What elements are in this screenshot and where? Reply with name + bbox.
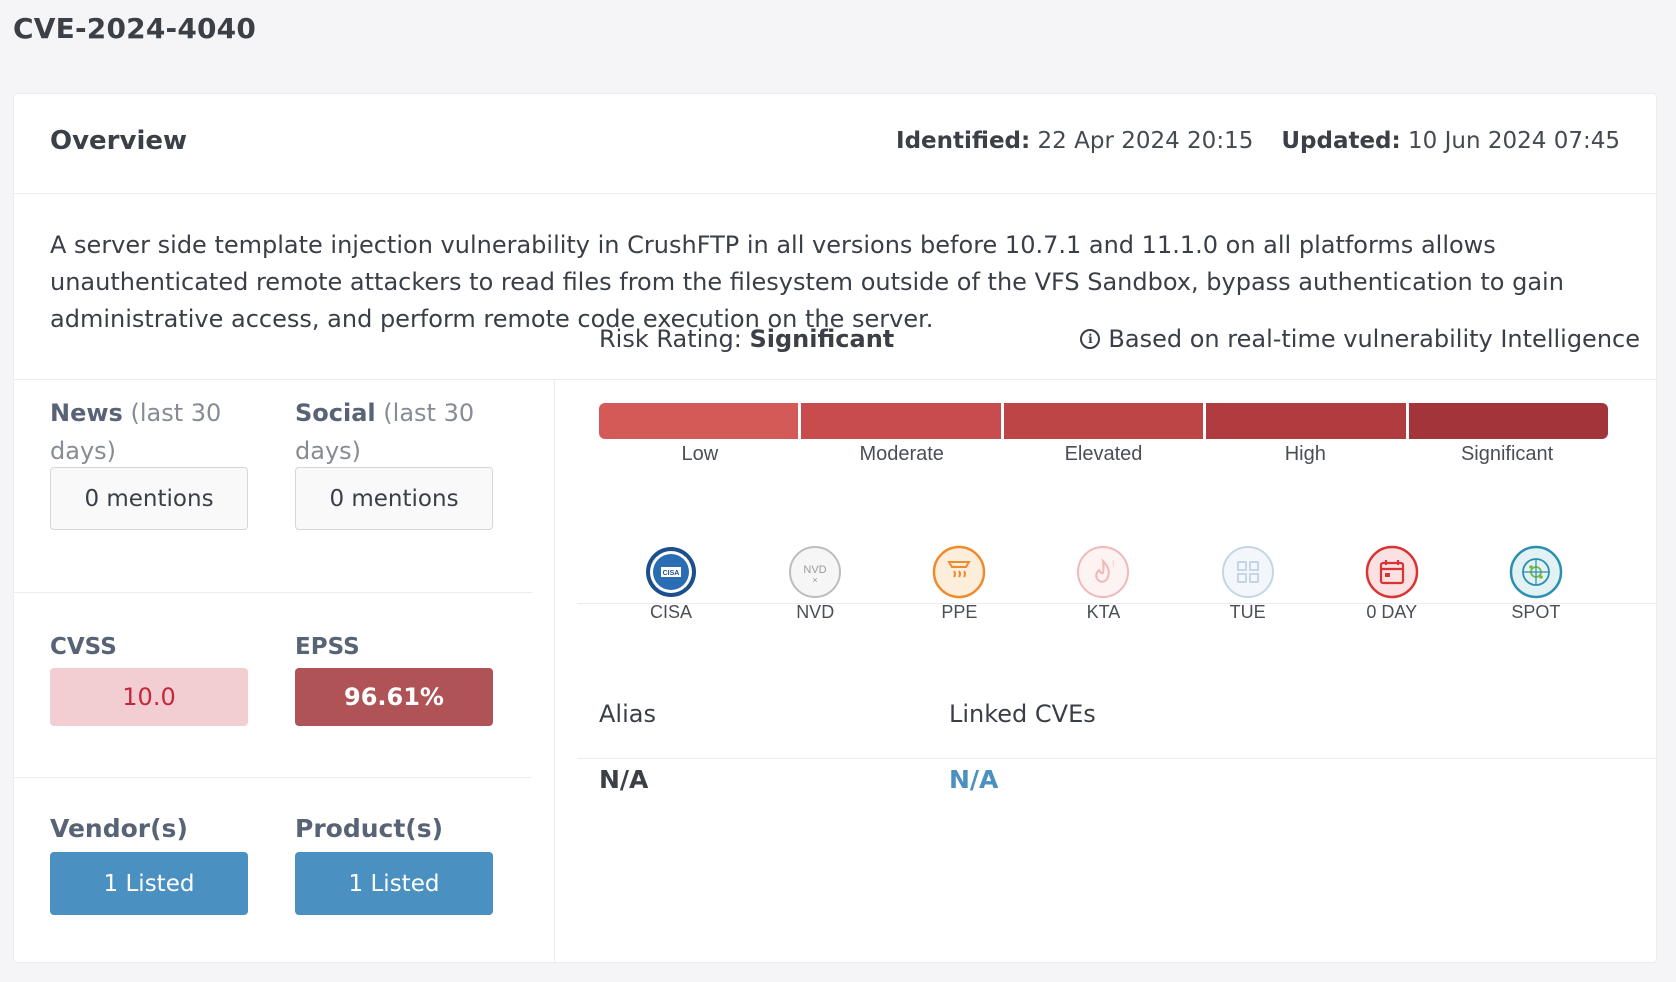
linked-cves-value[interactable]: N/A bbox=[949, 765, 998, 794]
news-label-text: News bbox=[50, 399, 123, 427]
linked-cves-label: Linked CVEs bbox=[949, 700, 1096, 728]
badge-spot[interactable]: SPOT bbox=[1476, 545, 1596, 623]
svg-text:!: ! bbox=[1112, 559, 1115, 569]
alias-value: N/A bbox=[599, 765, 649, 794]
cve-description: A server side template injection vulnera… bbox=[50, 231, 1564, 333]
kta-icon: ! bbox=[1076, 545, 1130, 599]
badge-label: 0 DAY bbox=[1366, 602, 1418, 622]
badge-ppe[interactable]: PPE bbox=[899, 545, 1019, 623]
identified-value: 22 Apr 2024 20:15 bbox=[1037, 128, 1254, 154]
risk-level-label: Low bbox=[681, 443, 719, 465]
badge-kta[interactable]: ! KTA bbox=[1043, 545, 1163, 623]
tue-icon bbox=[1221, 545, 1275, 599]
identified-label: Identified: bbox=[896, 128, 1031, 154]
epss-score: 96.61% bbox=[295, 668, 493, 726]
zero-day-calendar-icon bbox=[1365, 545, 1419, 599]
cvss-score: 10.0 bbox=[50, 668, 248, 726]
svg-text:CISA: CISA bbox=[663, 570, 680, 577]
risk-rating: Risk Rating: Significant bbox=[599, 325, 894, 353]
risk-segment-significant bbox=[1408, 403, 1608, 439]
products-listed-button[interactable]: 1 Listed bbox=[295, 852, 493, 915]
badge-label: KTA bbox=[1086, 602, 1121, 622]
svg-text:×: × bbox=[813, 575, 818, 585]
social-mentions-box[interactable]: 0 mentions bbox=[295, 467, 493, 530]
overview-card: Overview Identified: 22 Apr 2024 20:15 Up… bbox=[13, 93, 1658, 964]
badge-label: CISA bbox=[650, 602, 693, 622]
risk-scale-bar bbox=[599, 403, 1608, 439]
risk-segment-moderate bbox=[801, 403, 1001, 439]
badge-tue[interactable]: TUE bbox=[1188, 545, 1308, 623]
badge-label: TUE bbox=[1229, 602, 1266, 622]
ppe-icon bbox=[932, 545, 986, 599]
risk-level-label: Significant bbox=[1460, 443, 1554, 465]
nvd-icon: NVD × bbox=[788, 545, 842, 599]
divider bbox=[14, 592, 532, 593]
news-mentions-box[interactable]: 0 mentions bbox=[50, 467, 248, 530]
badge-0-day[interactable]: 0 DAY bbox=[1332, 545, 1452, 623]
risk-segment-low bbox=[599, 403, 799, 439]
cvss-label: CVSS bbox=[50, 634, 117, 660]
risk-segment-high bbox=[1206, 403, 1406, 439]
risk-scale-labels: Low Moderate Elevated High Significant bbox=[599, 443, 1608, 466]
dates: Identified: 22 Apr 2024 20:15 Updated: 10… bbox=[896, 128, 1620, 154]
updated-value: 10 Jun 2024 07:45 bbox=[1408, 128, 1620, 154]
risk-based-on-text: Based on real-time vulnerability Intelli… bbox=[1108, 325, 1640, 353]
vendors-label: Vendor(s) bbox=[50, 814, 188, 843]
intel-badges: CISA CISA NVD × NVD PPE! KTA TUE 0 DAY SPOT bbox=[599, 545, 1608, 623]
divider bbox=[14, 379, 1656, 380]
risk-level-label: Moderate bbox=[859, 443, 944, 465]
overview-title: Overview bbox=[50, 126, 188, 156]
risk-level-label: High bbox=[1284, 443, 1326, 465]
epss-label: EPSS bbox=[295, 634, 360, 660]
risk-segment-elevated bbox=[1003, 403, 1204, 439]
risk-based-on: i Based on real-time vulnerability Intel… bbox=[1080, 325, 1640, 353]
risk-level-label: Elevated bbox=[1064, 443, 1143, 465]
badge-label: PPE bbox=[941, 602, 978, 622]
spot-icon bbox=[1509, 545, 1563, 599]
divider bbox=[554, 380, 555, 964]
page-title: CVE-2024-4040 bbox=[13, 12, 257, 45]
risk-rating-value: Significant bbox=[749, 325, 895, 353]
divider bbox=[577, 758, 1658, 759]
products-label: Product(s) bbox=[295, 814, 444, 843]
badge-label: NVD bbox=[796, 602, 835, 622]
badge-label: SPOT bbox=[1511, 602, 1561, 622]
social-label: Social (last 30 days) bbox=[295, 394, 495, 470]
social-label-text: Social bbox=[295, 399, 376, 427]
updated-label: Updated: bbox=[1281, 128, 1401, 154]
info-icon[interactable]: i bbox=[1080, 329, 1101, 349]
cisa-seal-icon: CISA bbox=[644, 545, 698, 599]
risk-rating-label: Risk Rating: bbox=[599, 325, 742, 353]
vendors-listed-button[interactable]: 1 Listed bbox=[50, 852, 248, 915]
badge-cisa[interactable]: CISA CISA bbox=[611, 545, 731, 623]
badge-nvd[interactable]: NVD × NVD bbox=[755, 545, 875, 623]
overview-header: Overview Identified: 22 Apr 2024 20:15 Up… bbox=[14, 94, 1656, 194]
news-label: News (last 30 days) bbox=[50, 394, 250, 470]
alias-label: Alias bbox=[599, 700, 656, 728]
divider bbox=[14, 777, 532, 778]
